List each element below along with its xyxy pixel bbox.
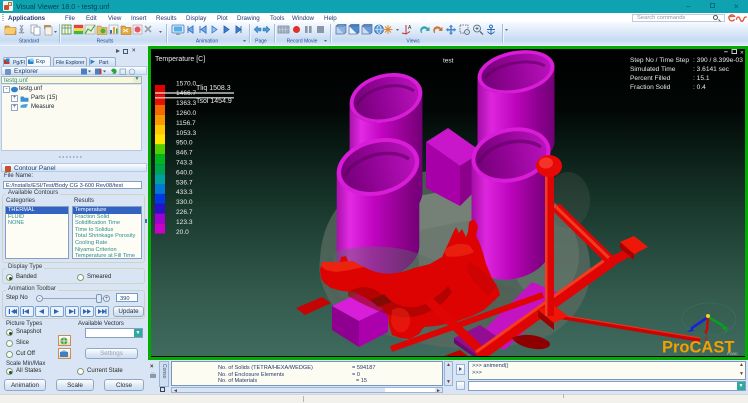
svg-text:: 390 / 8.399e-03: : 390 / 8.399e-03	[693, 57, 743, 64]
svg-text:: 15.1: : 15.1	[693, 75, 710, 82]
svg-text:1363.3: 1363.3	[176, 100, 197, 107]
svg-text:Simulated Time: Simulated Time	[630, 66, 676, 73]
svg-text:Tsol 1454.9: Tsol 1454.9	[196, 98, 232, 105]
svg-text:Tliq 1508.3: Tliq 1508.3	[196, 85, 231, 92]
svg-text:20.0: 20.0	[176, 229, 189, 236]
svg-text:PVWD: PVWD	[727, 352, 738, 356]
svg-text:950.0: 950.0	[176, 140, 193, 147]
svg-text:Y: Y	[724, 329, 728, 335]
svg-text:×: ×	[740, 50, 744, 57]
svg-text:test: test	[443, 58, 454, 65]
svg-text:Fraction Solid: Fraction Solid	[630, 84, 671, 91]
svg-text:123.3: 123.3	[176, 219, 193, 226]
svg-text:330.0: 330.0	[176, 199, 193, 206]
svg-text:A: A	[408, 25, 412, 31]
svg-text:536.7: 536.7	[176, 179, 193, 186]
svg-text:Step No / Time Step: Step No / Time Step	[630, 57, 689, 64]
svg-text:640.0: 640.0	[176, 169, 193, 176]
svg-text:Percent Filled: Percent Filled	[630, 75, 671, 82]
svg-text:Animation: Animation	[196, 39, 218, 45]
svg-text:433.3: 433.3	[176, 189, 193, 196]
svg-text:743.3: 743.3	[176, 160, 193, 167]
svg-text:Results: Results	[97, 39, 114, 45]
svg-text:226.7: 226.7	[176, 209, 193, 216]
svg-text:: 3.6141 sec: : 3.6141 sec	[693, 66, 730, 73]
svg-text:1156.7: 1156.7	[176, 120, 196, 127]
svg-text:–: –	[724, 49, 728, 56]
svg-text:1053.3: 1053.3	[176, 130, 197, 137]
svg-text:846.7: 846.7	[176, 150, 193, 157]
svg-text:Record Movie: Record Movie	[287, 39, 318, 45]
svg-text:Standard: Standard	[19, 39, 40, 45]
svg-text:Views: Views	[406, 39, 420, 45]
svg-text:: 0.4: : 0.4	[693, 84, 706, 91]
svg-text:ProCAST: ProCAST	[662, 339, 734, 357]
svg-text:1466.7: 1466.7	[176, 90, 197, 97]
svg-text:1260.0: 1260.0	[176, 110, 197, 117]
svg-text:Temperature [C]: Temperature [C]	[155, 56, 205, 63]
svg-text:Page: Page	[255, 39, 267, 45]
svg-text:1570.0: 1570.0	[176, 80, 197, 87]
